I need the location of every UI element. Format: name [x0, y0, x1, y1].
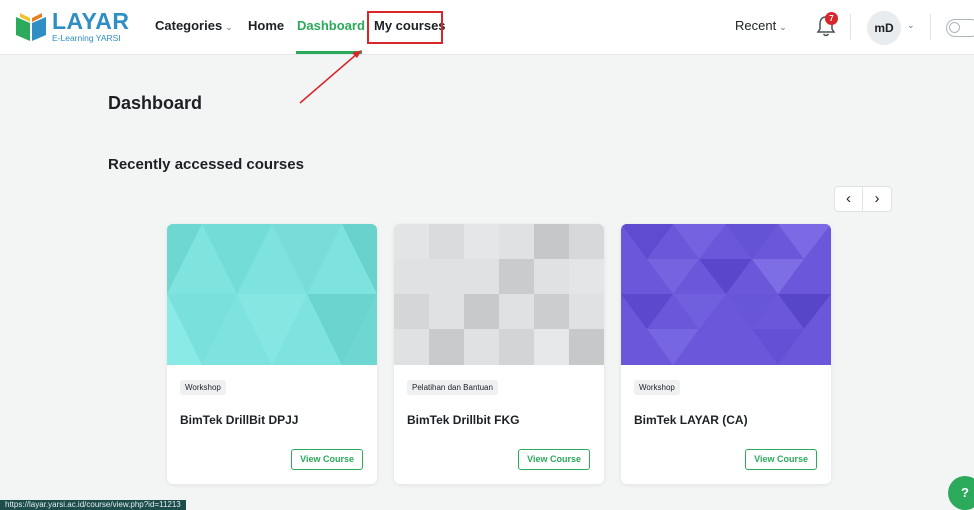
page-title: Dashboard: [108, 93, 203, 113]
course-image-teal-pattern: [167, 224, 377, 365]
course-card[interactable]: Workshop BimTek LAYAR (CA) View Course: [621, 224, 831, 484]
course-title[interactable]: BimTek LAYAR (CA): [634, 413, 748, 427]
course-category-badge: Pelatihan dan Bantuan: [407, 380, 498, 395]
previous-button[interactable]: ‹: [834, 186, 863, 212]
course-image-purple-pattern: [621, 224, 831, 365]
course-card[interactable]: Workshop BimTek DrillBit DPJJ View Cours…: [167, 224, 377, 484]
help-button[interactable]: ?: [948, 476, 974, 510]
carousel-pager: ‹ ›: [834, 186, 892, 212]
course-title[interactable]: BimTek Drillbit FKG: [407, 413, 519, 427]
section-title: Recently accessed courses: [108, 156, 304, 173]
course-image-grey-pattern: [394, 224, 604, 365]
course-category-badge: Workshop: [180, 380, 226, 395]
course-category-badge: Workshop: [634, 380, 680, 395]
view-course-button[interactable]: View Course: [745, 449, 817, 470]
view-course-button[interactable]: View Course: [518, 449, 590, 470]
course-title[interactable]: BimTek DrillBit DPJJ: [180, 413, 298, 427]
course-card[interactable]: Pelatihan dan Bantuan BimTek Drillbit FK…: [394, 224, 604, 484]
next-button[interactable]: ›: [863, 186, 892, 212]
status-bar-url: https://layar.yarsi.ac.id/course/view.ph…: [0, 500, 186, 510]
view-course-button[interactable]: View Course: [291, 449, 363, 470]
